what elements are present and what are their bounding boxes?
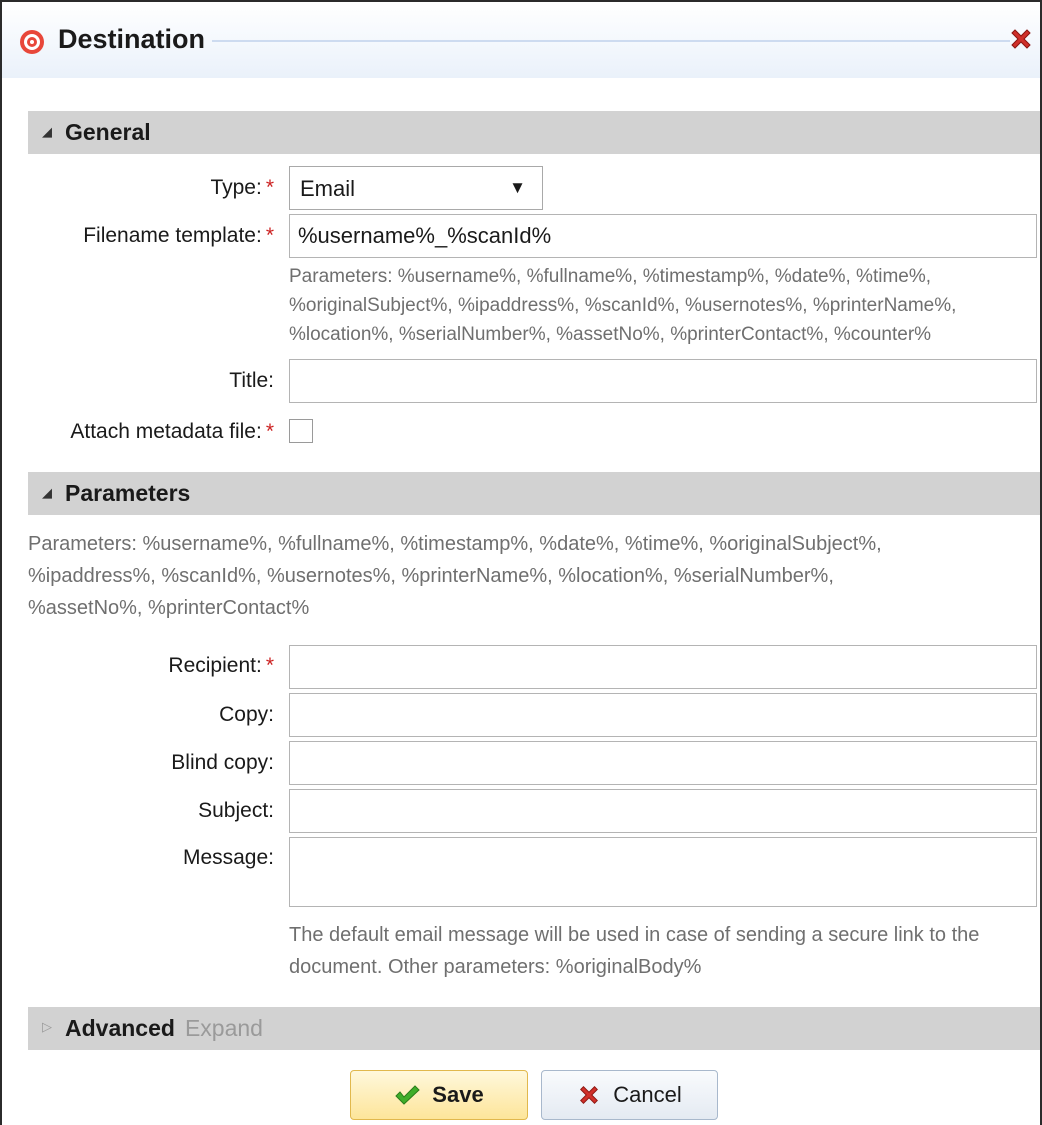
attach-metadata-checkbox[interactable] bbox=[289, 419, 313, 443]
message-help: The default email message will be used i… bbox=[289, 919, 979, 983]
cancel-button-label: Cancel bbox=[613, 1082, 682, 1107]
attach-metadata-label: Attach metadata file: * bbox=[14, 420, 274, 444]
checkmark-icon bbox=[395, 1085, 421, 1105]
message-help-line: document. Other parameters: %originalBod… bbox=[289, 956, 702, 978]
blind-copy-input[interactable] bbox=[289, 741, 1037, 785]
collapse-triangle-icon: ◢ bbox=[42, 124, 52, 139]
section-general-title: General bbox=[65, 119, 151, 145]
parameters-help: Parameters: %username%, %fullname%, %tim… bbox=[28, 528, 882, 624]
dialog-titlebar: Destination bbox=[2, 2, 1040, 78]
recipient-input[interactable] bbox=[289, 645, 1037, 689]
titlebar-divider bbox=[212, 40, 1010, 42]
subject-input[interactable] bbox=[289, 789, 1037, 833]
message-label: Message: bbox=[14, 846, 274, 870]
section-parameters-header[interactable]: ◢ Parameters bbox=[28, 472, 1040, 515]
section-advanced-title: Advanced Expand bbox=[65, 1015, 263, 1042]
type-label: Type: * bbox=[14, 176, 274, 200]
copy-label-text: Copy: bbox=[219, 703, 274, 726]
required-mark: * bbox=[265, 654, 274, 677]
cancel-button[interactable]: Cancel bbox=[541, 1070, 718, 1120]
type-label-text: Type: bbox=[210, 176, 262, 199]
save-button-label: Save bbox=[432, 1082, 484, 1107]
dropdown-arrow-icon: ▼ bbox=[509, 178, 526, 197]
section-advanced-title-text: Advanced bbox=[65, 1015, 175, 1041]
cancel-x-icon bbox=[580, 1086, 599, 1104]
title-label-text: Title: bbox=[229, 369, 274, 392]
target-icon bbox=[20, 30, 44, 54]
parameters-help-line: Parameters: %username%, %fullname%, %tim… bbox=[28, 533, 882, 555]
copy-input[interactable] bbox=[289, 693, 1037, 737]
copy-label: Copy: bbox=[14, 703, 274, 727]
message-textarea[interactable] bbox=[289, 837, 1037, 907]
parameters-help-line: %assetNo%, %printerContact% bbox=[28, 597, 310, 619]
subject-label: Subject: bbox=[14, 799, 274, 823]
parameters-help-line: %ipaddress%, %scanId%, %usernotes%, %pri… bbox=[28, 565, 834, 587]
filename-template-input[interactable] bbox=[289, 214, 1037, 258]
attach-metadata-label-text: Attach metadata file: bbox=[70, 420, 262, 443]
section-parameters-title: Parameters bbox=[65, 480, 191, 506]
expand-link[interactable]: Expand bbox=[185, 1015, 263, 1041]
collapse-triangle-icon: ◢ bbox=[42, 485, 52, 500]
message-help-line: The default email message will be used i… bbox=[289, 924, 980, 946]
filename-template-label: Filename template: * bbox=[14, 224, 274, 248]
title-label: Title: bbox=[14, 369, 274, 393]
close-icon[interactable] bbox=[1008, 26, 1034, 52]
filename-template-help: Parameters: %username%, %fullname%, %tim… bbox=[289, 262, 956, 349]
title-input[interactable] bbox=[289, 359, 1037, 403]
required-mark: * bbox=[265, 176, 274, 199]
section-advanced-header[interactable]: ▷ Advanced Expand bbox=[28, 1007, 1040, 1050]
recipient-label: Recipient: * bbox=[14, 654, 274, 678]
dialog-title: Destination bbox=[58, 24, 206, 54]
required-mark: * bbox=[265, 420, 274, 443]
filename-help-line: %location%, %serialNumber%, %assetNo%, %… bbox=[289, 324, 932, 345]
subject-label-text: Subject: bbox=[198, 799, 274, 822]
filename-help-line: Parameters: %username%, %fullname%, %tim… bbox=[289, 266, 932, 287]
save-button[interactable]: Save bbox=[350, 1070, 528, 1120]
section-general-header[interactable]: ◢ General bbox=[28, 111, 1040, 154]
blind-copy-label: Blind copy: bbox=[14, 751, 274, 775]
expand-triangle-icon: ▷ bbox=[42, 1019, 52, 1034]
recipient-label-text: Recipient: bbox=[168, 654, 262, 677]
filename-help-line: %originalSubject%, %ipaddress%, %scanId%… bbox=[289, 295, 957, 316]
destination-dialog: Destination ◢ General Type: * Email ▼ Fil… bbox=[0, 0, 1042, 1125]
blind-copy-label-text: Blind copy: bbox=[171, 751, 274, 774]
message-label-text: Message: bbox=[182, 846, 274, 869]
required-mark: * bbox=[265, 224, 274, 247]
type-select[interactable]: Email ▼ bbox=[289, 166, 543, 210]
filename-template-label-text: Filename template: bbox=[83, 224, 262, 247]
type-select-value: Email bbox=[300, 176, 356, 201]
